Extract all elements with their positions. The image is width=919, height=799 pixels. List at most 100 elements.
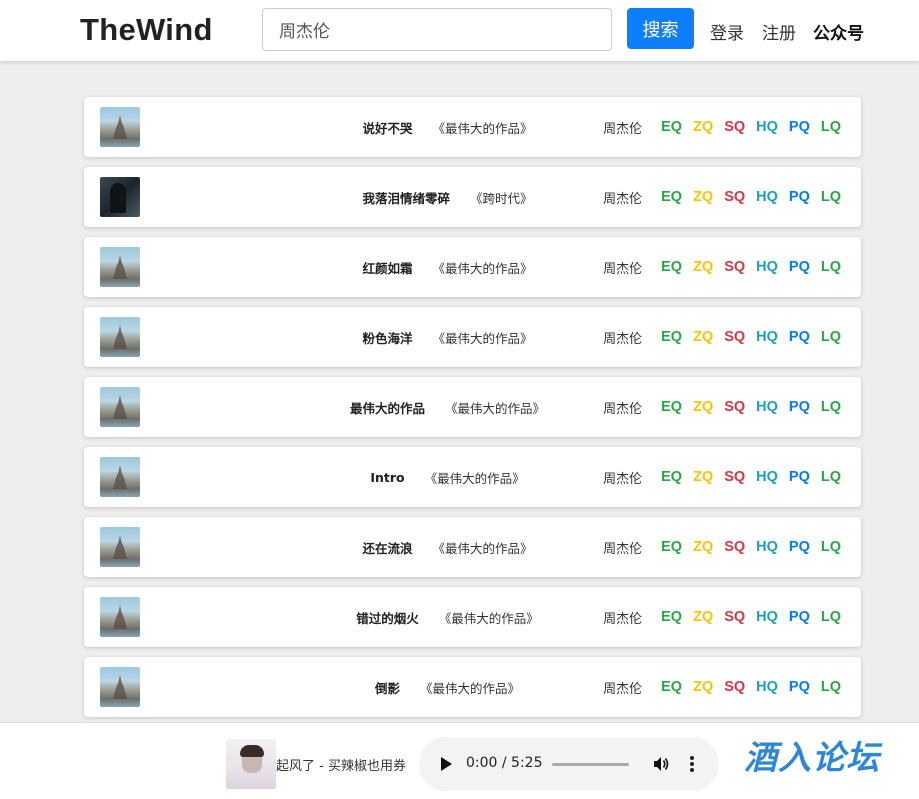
song-row[interactable]: 红颜如霜 《最伟大的作品》 周杰伦 EQ ZQ SQ HQ PQ LQ (84, 237, 861, 297)
quality-link-sq[interactable]: SQ (724, 399, 745, 415)
quality-link-sq[interactable]: SQ (724, 679, 745, 695)
song-row[interactable]: 最伟大的作品 《最伟大的作品》 周杰伦 EQ ZQ SQ HQ PQ LQ (84, 377, 861, 437)
quality-link-lq[interactable]: LQ (821, 399, 841, 415)
song-artist: 周杰伦 (603, 261, 643, 277)
login-link[interactable]: 登录 (710, 19, 744, 44)
quality-link-zq[interactable]: ZQ (693, 679, 713, 695)
quality-link-lq[interactable]: LQ (821, 259, 841, 275)
quality-link-pq[interactable]: PQ (789, 119, 810, 135)
top-header: TheWind 搜索 登录 注册 公众号 (0, 0, 919, 61)
quality-link-hq[interactable]: HQ (756, 119, 778, 135)
player-bar: 起风了 - 买辣椒也用券 0:00 / 5:25 酒入论坛 (0, 722, 919, 799)
quality-link-eq[interactable]: EQ (661, 399, 682, 415)
play-icon[interactable] (441, 757, 452, 771)
quality-link-eq[interactable]: EQ (661, 329, 682, 345)
song-row[interactable]: 还在流浪 《最伟大的作品》 周杰伦 EQ ZQ SQ HQ PQ LQ (84, 517, 861, 577)
song-title[interactable]: 最伟大的作品 (350, 398, 425, 417)
song-row[interactable]: 倒影 《最伟大的作品》 周杰伦 EQ ZQ SQ HQ PQ LQ (84, 657, 861, 717)
search-button[interactable]: 搜索 (627, 8, 694, 49)
quality-link-zq[interactable]: ZQ (693, 329, 713, 345)
quality-link-zq[interactable]: ZQ (693, 259, 713, 275)
song-row[interactable]: 说好不哭 《最伟大的作品》 周杰伦 EQ ZQ SQ HQ PQ LQ (84, 97, 861, 157)
song-album: 《最伟大的作品》 (432, 540, 533, 556)
song-title[interactable]: 还在流浪 (362, 538, 412, 557)
quality-link-sq[interactable]: SQ (724, 609, 745, 625)
quality-link-eq[interactable]: EQ (661, 539, 682, 555)
song-artist: 周杰伦 (603, 401, 643, 417)
progress-slider[interactable] (552, 763, 629, 766)
quality-link-eq[interactable]: EQ (661, 259, 682, 275)
wechat-link[interactable]: 公众号 (813, 19, 864, 44)
song-album: 《最伟大的作品》 (432, 120, 533, 136)
song-artist: 周杰伦 (603, 611, 643, 627)
more-options-icon[interactable] (689, 754, 695, 774)
quality-link-lq[interactable]: LQ (821, 679, 841, 695)
quality-link-zq[interactable]: ZQ (693, 539, 713, 555)
song-title[interactable]: 说好不哭 (362, 118, 412, 137)
song-cover-image (100, 597, 140, 637)
quality-link-lq[interactable]: LQ (821, 539, 841, 555)
song-title[interactable]: 错过的烟火 (356, 608, 419, 627)
watermark-logo: 酒入论坛 (744, 738, 880, 777)
quality-link-sq[interactable]: SQ (724, 539, 745, 555)
song-row[interactable]: 粉色海洋 《最伟大的作品》 周杰伦 EQ ZQ SQ HQ PQ LQ (84, 307, 861, 367)
quality-link-lq[interactable]: LQ (821, 329, 841, 345)
song-title[interactable]: 倒影 (375, 678, 400, 697)
quality-link-pq[interactable]: PQ (789, 399, 810, 415)
search-input[interactable] (262, 8, 612, 51)
quality-link-eq[interactable]: EQ (661, 119, 682, 135)
quality-link-sq[interactable]: SQ (724, 189, 745, 205)
song-cover-image (100, 247, 140, 287)
quality-link-sq[interactable]: SQ (724, 119, 745, 135)
quality-link-lq[interactable]: LQ (821, 119, 841, 135)
quality-link-hq[interactable]: HQ (756, 539, 778, 555)
song-artist: 周杰伦 (603, 541, 643, 557)
quality-link-eq[interactable]: EQ (661, 469, 682, 485)
quality-link-pq[interactable]: PQ (789, 469, 810, 485)
volume-icon[interactable] (653, 755, 669, 773)
quality-link-pq[interactable]: PQ (789, 539, 810, 555)
song-title[interactable]: 我落泪情绪零碎 (362, 188, 450, 207)
quality-link-hq[interactable]: HQ (756, 679, 778, 695)
song-row[interactable]: 错过的烟火 《最伟大的作品》 周杰伦 EQ ZQ SQ HQ PQ LQ (84, 587, 861, 647)
song-title[interactable]: Intro (370, 470, 404, 485)
quality-link-hq[interactable]: HQ (756, 609, 778, 625)
quality-link-zq[interactable]: ZQ (693, 119, 713, 135)
song-album: 《最伟大的作品》 (424, 470, 525, 486)
song-title[interactable]: 红颜如霜 (362, 258, 412, 277)
quality-link-zq[interactable]: ZQ (693, 469, 713, 485)
song-title[interactable]: 粉色海洋 (362, 328, 412, 347)
song-album: 《最伟大的作品》 (432, 260, 533, 276)
song-cover-image (100, 667, 140, 707)
song-row[interactable]: Intro 《最伟大的作品》 周杰伦 EQ ZQ SQ HQ PQ LQ (84, 447, 861, 507)
quality-link-pq[interactable]: PQ (789, 329, 810, 345)
quality-link-hq[interactable]: HQ (756, 329, 778, 345)
quality-link-sq[interactable]: SQ (724, 259, 745, 275)
quality-link-lq[interactable]: LQ (821, 469, 841, 485)
quality-link-hq[interactable]: HQ (756, 259, 778, 275)
quality-link-hq[interactable]: HQ (756, 399, 778, 415)
quality-link-hq[interactable]: HQ (756, 189, 778, 205)
quality-link-hq[interactable]: HQ (756, 469, 778, 485)
quality-link-eq[interactable]: EQ (661, 609, 682, 625)
quality-link-pq[interactable]: PQ (789, 679, 810, 695)
quality-link-pq[interactable]: PQ (789, 259, 810, 275)
quality-link-pq[interactable]: PQ (789, 189, 810, 205)
quality-link-pq[interactable]: PQ (789, 609, 810, 625)
site-logo[interactable]: TheWind (80, 12, 213, 48)
song-artist: 周杰伦 (603, 681, 643, 697)
player-cover-image (226, 739, 276, 789)
quality-link-eq[interactable]: EQ (661, 679, 682, 695)
quality-link-zq[interactable]: ZQ (693, 189, 713, 205)
quality-link-eq[interactable]: EQ (661, 189, 682, 205)
song-row[interactable]: 我落泪情绪零碎 《跨时代》 周杰伦 EQ ZQ SQ HQ PQ LQ (84, 167, 861, 227)
song-cover-image (100, 177, 140, 217)
quality-link-zq[interactable]: ZQ (693, 399, 713, 415)
quality-link-sq[interactable]: SQ (724, 469, 745, 485)
quality-link-zq[interactable]: ZQ (693, 609, 713, 625)
quality-link-lq[interactable]: LQ (821, 189, 841, 205)
quality-link-lq[interactable]: LQ (821, 609, 841, 625)
player-time: 0:00 / 5:25 (466, 755, 543, 771)
register-link[interactable]: 注册 (762, 19, 796, 44)
quality-link-sq[interactable]: SQ (724, 329, 745, 345)
